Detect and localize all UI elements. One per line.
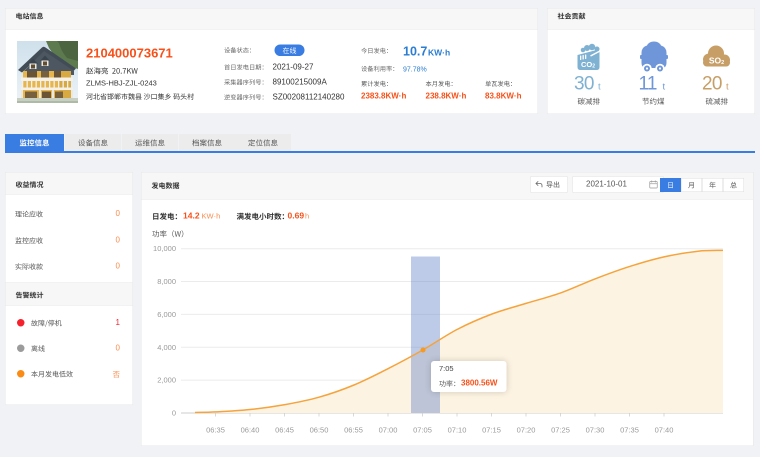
svg-text:07:35: 07:35 [620,426,639,435]
svg-text:07:30: 07:30 [586,426,605,435]
svg-text:06:50: 06:50 [310,426,329,435]
svg-text:07:40: 07:40 [655,426,674,435]
svg-text:4,000: 4,000 [157,343,176,352]
svg-text:07:00: 07:00 [379,426,398,435]
svg-text:06:55: 06:55 [344,426,363,435]
svg-text:07:25: 07:25 [551,426,570,435]
svg-text:06:35: 06:35 [206,426,225,435]
svg-text:07:05: 07:05 [413,426,432,435]
svg-text:07:15: 07:15 [482,426,501,435]
svg-text:07:10: 07:10 [448,426,467,435]
svg-text:06:45: 06:45 [275,426,294,435]
svg-text:10,000: 10,000 [153,244,176,253]
svg-text:06:40: 06:40 [241,426,260,435]
svg-text:2,000: 2,000 [157,376,176,385]
svg-text:0: 0 [172,409,176,418]
svg-text:6,000: 6,000 [157,310,176,319]
svg-text:8,000: 8,000 [157,277,176,286]
svg-text:07:20: 07:20 [517,426,536,435]
